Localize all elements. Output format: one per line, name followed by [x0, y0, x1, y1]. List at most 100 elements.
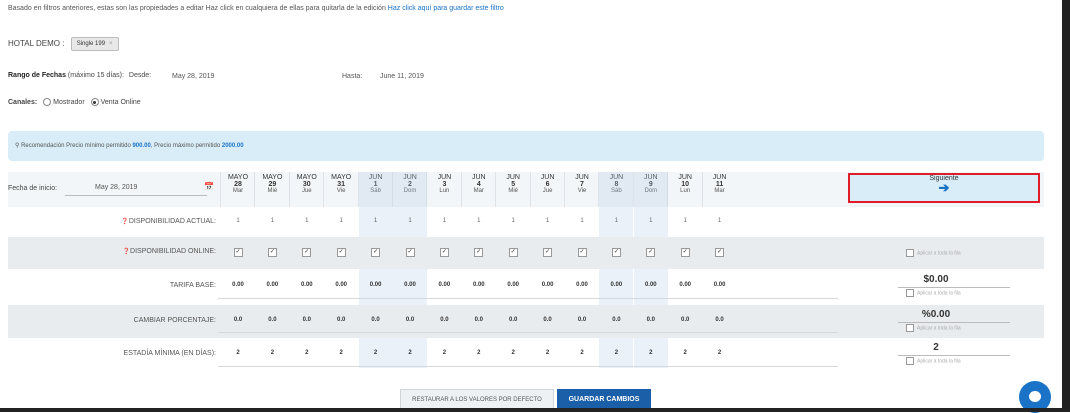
- from-date-input[interactable]: May 28, 2019: [172, 73, 214, 80]
- grid-cell[interactable]: 0.00: [427, 282, 461, 288]
- info-icon[interactable]: ❓: [123, 249, 130, 255]
- online-checkbox[interactable]: ✓: [439, 248, 449, 257]
- grid-cell: ✓: [599, 248, 633, 257]
- apply-row-option[interactable]: Aplicar a toda la fila: [906, 249, 961, 257]
- grid-cell[interactable]: 0.00: [496, 282, 530, 288]
- grid-cell[interactable]: 0.0: [221, 317, 255, 323]
- grid-cell[interactable]: 0.00: [599, 282, 633, 288]
- to-label: Hasta:: [342, 73, 363, 80]
- grid-cell[interactable]: 2: [703, 350, 737, 356]
- grid-cell: 1: [545, 217, 550, 224]
- date-header-day: 31: [337, 181, 346, 188]
- online-checkbox[interactable]: ✓: [611, 248, 621, 257]
- grid-cell[interactable]: 0.00: [359, 282, 393, 288]
- grid-cell: ✓: [462, 248, 496, 257]
- online-checkbox[interactable]: ✓: [405, 248, 415, 257]
- online-checkbox[interactable]: ✓: [474, 248, 484, 257]
- grid-cell[interactable]: 0.0: [565, 317, 599, 323]
- grid-cell[interactable]: 0.0: [634, 317, 668, 323]
- info-icon[interactable]: ❓: [121, 219, 128, 225]
- next-button[interactable]: Siguiente ➔: [848, 173, 1040, 203]
- grid-cell[interactable]: 0.0: [255, 317, 289, 323]
- grid-cell[interactable]: 0.0: [324, 317, 358, 323]
- grid-cell[interactable]: 0.0: [703, 317, 737, 323]
- radio-venta-online[interactable]: [90, 98, 99, 106]
- radio-mostrador[interactable]: [43, 98, 52, 106]
- grid-cell[interactable]: 0.0: [599, 317, 633, 323]
- row-summary-input[interactable]: %0.00: [886, 309, 986, 320]
- apply-row-checkbox[interactable]: [906, 357, 914, 365]
- grid-cell[interactable]: 0.00: [531, 282, 565, 288]
- grid-cell[interactable]: 0.00: [703, 282, 737, 288]
- grid-cell[interactable]: 0.0: [393, 317, 427, 323]
- row-summary-input[interactable]: 2: [886, 342, 986, 353]
- online-checkbox[interactable]: ✓: [715, 248, 725, 257]
- online-checkbox[interactable]: ✓: [336, 248, 346, 257]
- grid-cell[interactable]: 0.00: [565, 282, 599, 288]
- online-checkbox[interactable]: ✓: [371, 248, 381, 257]
- scrollbar[interactable]: [1062, 0, 1070, 412]
- start-date-input[interactable]: May 28, 2019 📅: [65, 181, 214, 196]
- grid-cell: 1: [236, 217, 240, 224]
- date-column-header: JUN 7 Vie: [565, 172, 599, 207]
- grid-cell[interactable]: 2: [324, 350, 358, 356]
- online-checkbox[interactable]: ✓: [508, 248, 518, 257]
- save-filter-link[interactable]: Haz click aquí para guardar este filtro: [388, 5, 504, 12]
- online-checkbox[interactable]: ✓: [267, 248, 277, 257]
- grid-cell[interactable]: 2: [393, 350, 427, 356]
- grid-cell[interactable]: 0.00: [634, 282, 668, 288]
- grid-cell[interactable]: 2: [565, 350, 599, 356]
- close-icon[interactable]: ×: [109, 41, 113, 47]
- apply-row-option[interactable]: Aplicar a toda la fila: [906, 289, 961, 297]
- calendar-icon[interactable]: 📅: [204, 182, 214, 191]
- apply-row-option[interactable]: Aplicar a toda la fila: [906, 324, 961, 332]
- online-checkbox[interactable]: ✓: [680, 248, 690, 257]
- grid-cell[interactable]: 2: [531, 350, 565, 356]
- grid-cell[interactable]: 2: [634, 350, 668, 356]
- grid-cell: ✓: [668, 248, 702, 257]
- apply-row-checkbox[interactable]: [906, 249, 914, 257]
- grid-cell[interactable]: 0.0: [359, 317, 393, 323]
- property-tag[interactable]: Single 199 ×: [70, 37, 119, 51]
- apply-row-checkbox[interactable]: [906, 289, 914, 297]
- grid-cell[interactable]: 2: [668, 350, 702, 356]
- online-checkbox[interactable]: ✓: [543, 248, 553, 257]
- hotel-filter-row: HOTAL DEMO : Single 199 ×: [8, 37, 119, 51]
- grid-cell[interactable]: 2: [255, 350, 289, 356]
- grid-cell[interactable]: 0.00: [668, 282, 702, 288]
- apply-row-checkbox[interactable]: [906, 324, 914, 332]
- grid-cell[interactable]: 2: [496, 350, 530, 356]
- grid-cell[interactable]: 0.00: [462, 282, 496, 288]
- grid-cell[interactable]: 0.00: [221, 282, 255, 288]
- grid-cell: 1: [270, 217, 275, 224]
- online-checkbox[interactable]: ✓: [646, 248, 656, 257]
- online-checkbox[interactable]: ✓: [577, 248, 587, 257]
- grid-cell[interactable]: 2: [427, 350, 461, 356]
- grid-cell[interactable]: 2: [221, 350, 255, 356]
- row-label: TARIFA BASE:: [8, 282, 216, 289]
- grid-cell[interactable]: 0.0: [531, 317, 565, 323]
- online-checkbox[interactable]: ✓: [233, 248, 243, 257]
- grid-cell[interactable]: 2: [599, 350, 633, 356]
- date-header-day: 5: [511, 181, 516, 188]
- grid-cell[interactable]: 2: [462, 350, 496, 356]
- grid-cell[interactable]: 0.0: [462, 317, 496, 323]
- grid-cell[interactable]: 2: [359, 350, 393, 356]
- grid-cell[interactable]: 0.0: [496, 317, 530, 323]
- grid-cell[interactable]: 2: [290, 350, 324, 356]
- row-summary-input[interactable]: $0.00: [886, 274, 986, 285]
- grid-cell[interactable]: 0.00: [255, 282, 289, 288]
- grid-cell[interactable]: 0.0: [668, 317, 702, 323]
- grid-cell[interactable]: 0.00: [393, 282, 427, 288]
- grid-cell[interactable]: 0.0: [290, 317, 324, 323]
- grid-cell[interactable]: 0.0: [427, 317, 461, 323]
- grid-cell[interactable]: 0.00: [290, 282, 324, 288]
- date-header-day: 7: [580, 181, 584, 188]
- date-header-day: 6: [545, 181, 550, 188]
- date-header-weekday: Vie: [577, 188, 587, 194]
- apply-row-option[interactable]: Aplicar a toda la fila: [906, 357, 961, 365]
- grid-cell[interactable]: 0.00: [324, 282, 358, 288]
- online-checkbox[interactable]: ✓: [302, 248, 312, 257]
- to-date-input[interactable]: June 11, 2019: [380, 73, 424, 80]
- row-label-text: TARIFA BASE:: [169, 282, 216, 289]
